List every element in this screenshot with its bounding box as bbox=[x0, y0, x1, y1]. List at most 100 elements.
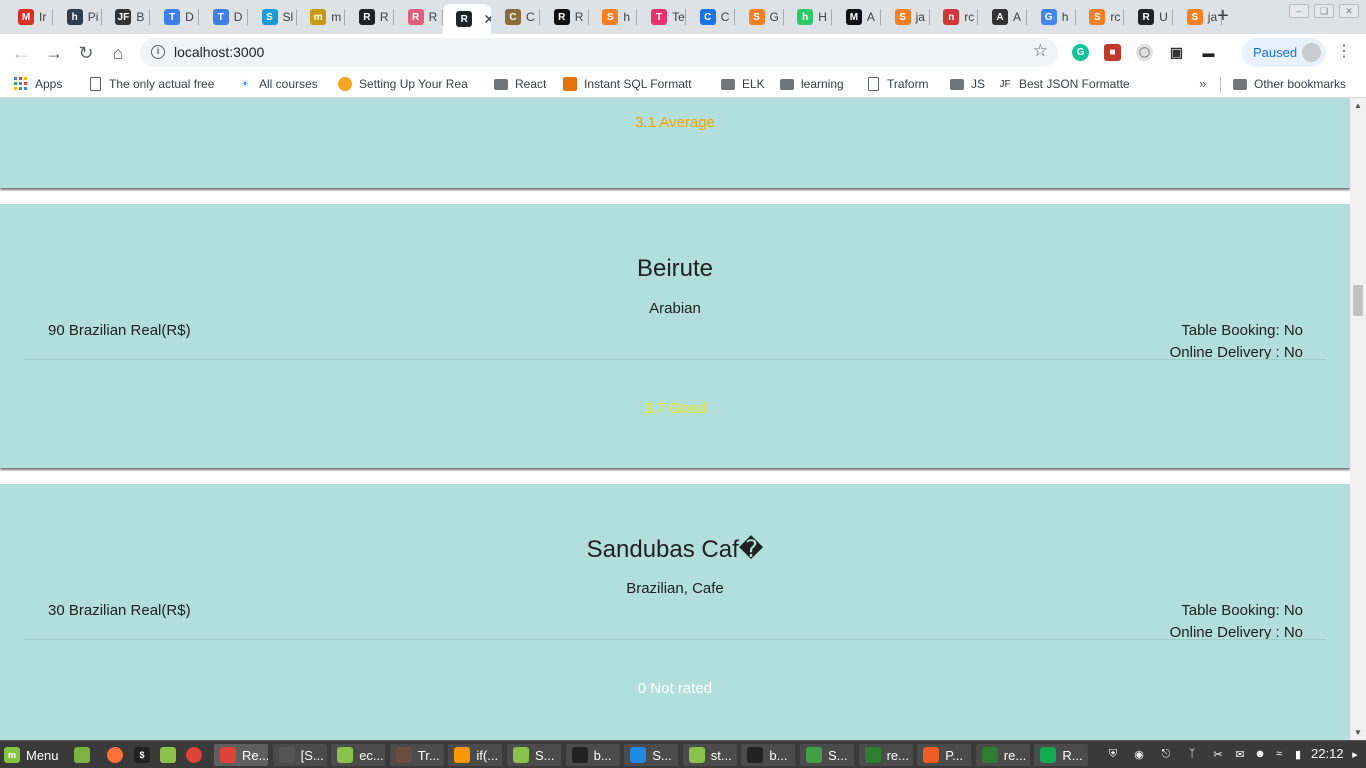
minimize-window-button[interactable]: – bbox=[1289, 4, 1309, 18]
incognito-icon[interactable]: ▬ bbox=[1200, 44, 1217, 61]
taskbar-window[interactable]: if(... bbox=[448, 744, 503, 766]
page-scrollbar[interactable]: ▲ ▼ bbox=[1350, 98, 1366, 740]
folder-icon bbox=[780, 77, 794, 91]
url-text[interactable]: localhost:3000 bbox=[174, 44, 264, 60]
medium-like-icon: m bbox=[310, 9, 327, 25]
taskbar-window[interactable]: Tr... bbox=[389, 744, 444, 766]
browser-tab[interactable]: MA bbox=[833, 5, 881, 29]
chat-icon[interactable]: ✉ bbox=[1232, 746, 1248, 762]
taskbar-window[interactable]: S... bbox=[507, 744, 561, 766]
launcher-firefox[interactable] bbox=[107, 744, 129, 766]
scrollbar-thumb[interactable] bbox=[1353, 285, 1363, 316]
browser-tab[interactable]: RR bbox=[541, 5, 589, 29]
taskbar-window[interactable]: b... bbox=[741, 744, 796, 766]
scroll-down-arrow-icon[interactable]: ▼ bbox=[1354, 728, 1362, 737]
launcher-terminal[interactable]: $ bbox=[134, 744, 156, 766]
browser-tab[interactable]: CC bbox=[492, 5, 540, 29]
cube-icon[interactable]: ▣ bbox=[1168, 44, 1185, 61]
show-desktop-button[interactable] bbox=[74, 744, 96, 766]
maximize-window-button[interactable]: ❏ bbox=[1314, 4, 1334, 18]
home-button[interactable]: ⌂ bbox=[107, 42, 129, 64]
browser-tab[interactable]: AA bbox=[979, 5, 1027, 29]
tab-title: m bbox=[331, 10, 342, 24]
taskbar-window[interactable]: S... bbox=[800, 744, 854, 766]
tab-title: C bbox=[720, 10, 730, 24]
bookmark-apps[interactable]: Apps bbox=[14, 77, 62, 91]
browser-tab[interactable]: R ✕ bbox=[443, 4, 492, 34]
bookmark-learning[interactable]: learning bbox=[780, 77, 844, 91]
bluetooth-alt-icon[interactable]: ᛉ bbox=[1184, 746, 1200, 762]
taskbar-window[interactable]: re... bbox=[858, 744, 913, 766]
browser-tab[interactable]: Gh bbox=[1028, 5, 1076, 29]
extension-red-icon[interactable]: ■ bbox=[1104, 44, 1121, 61]
bookmark-js[interactable]: JS bbox=[950, 77, 985, 91]
bookmark-the-only-actual-free[interactable]: The only actual free bbox=[88, 77, 214, 91]
scissors-icon[interactable]: ✂ bbox=[1210, 746, 1226, 762]
bluetooth-icon[interactable]: ⎋ bbox=[1158, 746, 1174, 762]
browser-tab[interactable]: T Te bbox=[638, 5, 687, 29]
browser-tab[interactable]: JF B bbox=[102, 5, 151, 29]
battery-icon[interactable]: ▮ bbox=[1290, 746, 1306, 762]
wifi-icon[interactable]: ≈ bbox=[1271, 746, 1287, 762]
back-button[interactable]: ← bbox=[10, 42, 32, 64]
browser-menu-icon[interactable]: ⋮ bbox=[1336, 42, 1352, 62]
clock[interactable]: 22:12 bbox=[1311, 746, 1344, 761]
more-bookmarks-chevron-icon[interactable]: » bbox=[1199, 76, 1206, 91]
bookmark-star-icon[interactable]: ☆ bbox=[1033, 41, 1048, 61]
codepen-icon: R bbox=[553, 9, 570, 25]
close-tab-icon[interactable]: ✕ bbox=[483, 11, 491, 28]
taskbar-window[interactable]: re... bbox=[975, 744, 1030, 766]
taskbar-window[interactable]: S... bbox=[624, 744, 679, 766]
grammarly-icon[interactable]: G bbox=[1072, 44, 1089, 61]
taskbar-window[interactable]: Re... bbox=[214, 744, 268, 766]
browser-tab[interactable]: SG bbox=[736, 5, 784, 29]
bookmark-instant-sql-formatt[interactable]: Instant SQL Formatt bbox=[563, 77, 692, 91]
launcher-files[interactable] bbox=[160, 744, 182, 766]
address-bar[interactable]: i localhost:3000 ☆ bbox=[140, 38, 1058, 67]
browser-tab[interactable]: n rc bbox=[930, 5, 979, 29]
info-icon[interactable]: i bbox=[151, 45, 165, 59]
forward-button[interactable]: → bbox=[43, 42, 65, 64]
user-icon[interactable]: ☻ bbox=[1252, 746, 1268, 762]
scroll-up-arrow-icon[interactable]: ▲ bbox=[1354, 101, 1362, 110]
launcher-chrome[interactable] bbox=[186, 744, 208, 766]
browser-tab[interactable]: mm bbox=[297, 5, 346, 29]
bookmark-elk[interactable]: ELK bbox=[721, 77, 765, 91]
browser-tab[interactable]: TD bbox=[151, 5, 200, 29]
new-tab-button[interactable]: + bbox=[1212, 5, 1234, 27]
taskbar-window[interactable]: ec... bbox=[331, 744, 386, 766]
browser-tab[interactable]: S Sl bbox=[249, 5, 297, 29]
stackoverflow-icon: S bbox=[894, 9, 911, 25]
shield-icon[interactable]: ⛨ bbox=[1105, 746, 1121, 762]
bookmark-react[interactable]: React bbox=[494, 77, 546, 91]
card-divider bbox=[24, 359, 1326, 360]
browser-tab[interactable]: hH bbox=[784, 5, 833, 29]
taskbar-window[interactable]: R... bbox=[1034, 744, 1089, 766]
browser-tab[interactable]: RU bbox=[1125, 5, 1174, 29]
bookmark-best-json-formatte[interactable]: JF Best JSON Formatte bbox=[998, 77, 1129, 91]
browser-tab[interactable]: M Ir bbox=[5, 5, 53, 29]
browser-tab[interactable]: CC bbox=[687, 5, 735, 29]
taskbar-window[interactable]: b... bbox=[565, 744, 620, 766]
browser-tab[interactable]: RR bbox=[346, 5, 394, 29]
profile-button[interactable]: Paused bbox=[1242, 38, 1326, 67]
browser-tab[interactable]: RR bbox=[395, 5, 443, 29]
reload-button[interactable]: ↻ bbox=[75, 42, 97, 64]
bookmark-other-bookmarks[interactable]: Other bookmarks bbox=[1233, 77, 1346, 91]
close-window-button[interactable]: ✕ bbox=[1339, 4, 1359, 18]
extension-circle-icon[interactable]: ◯ bbox=[1136, 44, 1153, 61]
browser-tab[interactable]: h Pi bbox=[54, 5, 102, 29]
start-menu-button[interactable]: m Menu bbox=[4, 744, 59, 766]
chrome-tray-icon[interactable]: ◉ bbox=[1131, 746, 1147, 762]
browser-tab[interactable]: Sja bbox=[882, 5, 930, 29]
browser-tab[interactable]: Sh bbox=[589, 5, 638, 29]
bookmark-all-courses[interactable]: ☀ All courses bbox=[238, 77, 318, 91]
browser-tab[interactable]: TD bbox=[200, 5, 248, 29]
bookmark-traform[interactable]: Traform bbox=[866, 77, 929, 91]
notification-icon[interactable]: ▸ bbox=[1347, 746, 1363, 762]
taskbar-window[interactable]: st... bbox=[682, 744, 737, 766]
browser-tab[interactable]: Src bbox=[1076, 5, 1125, 29]
bookmark-setting-up-your-rea[interactable]: Setting Up Your Rea bbox=[338, 77, 468, 91]
taskbar-window[interactable]: [S... bbox=[272, 744, 327, 766]
taskbar-window[interactable]: P... bbox=[917, 744, 972, 766]
